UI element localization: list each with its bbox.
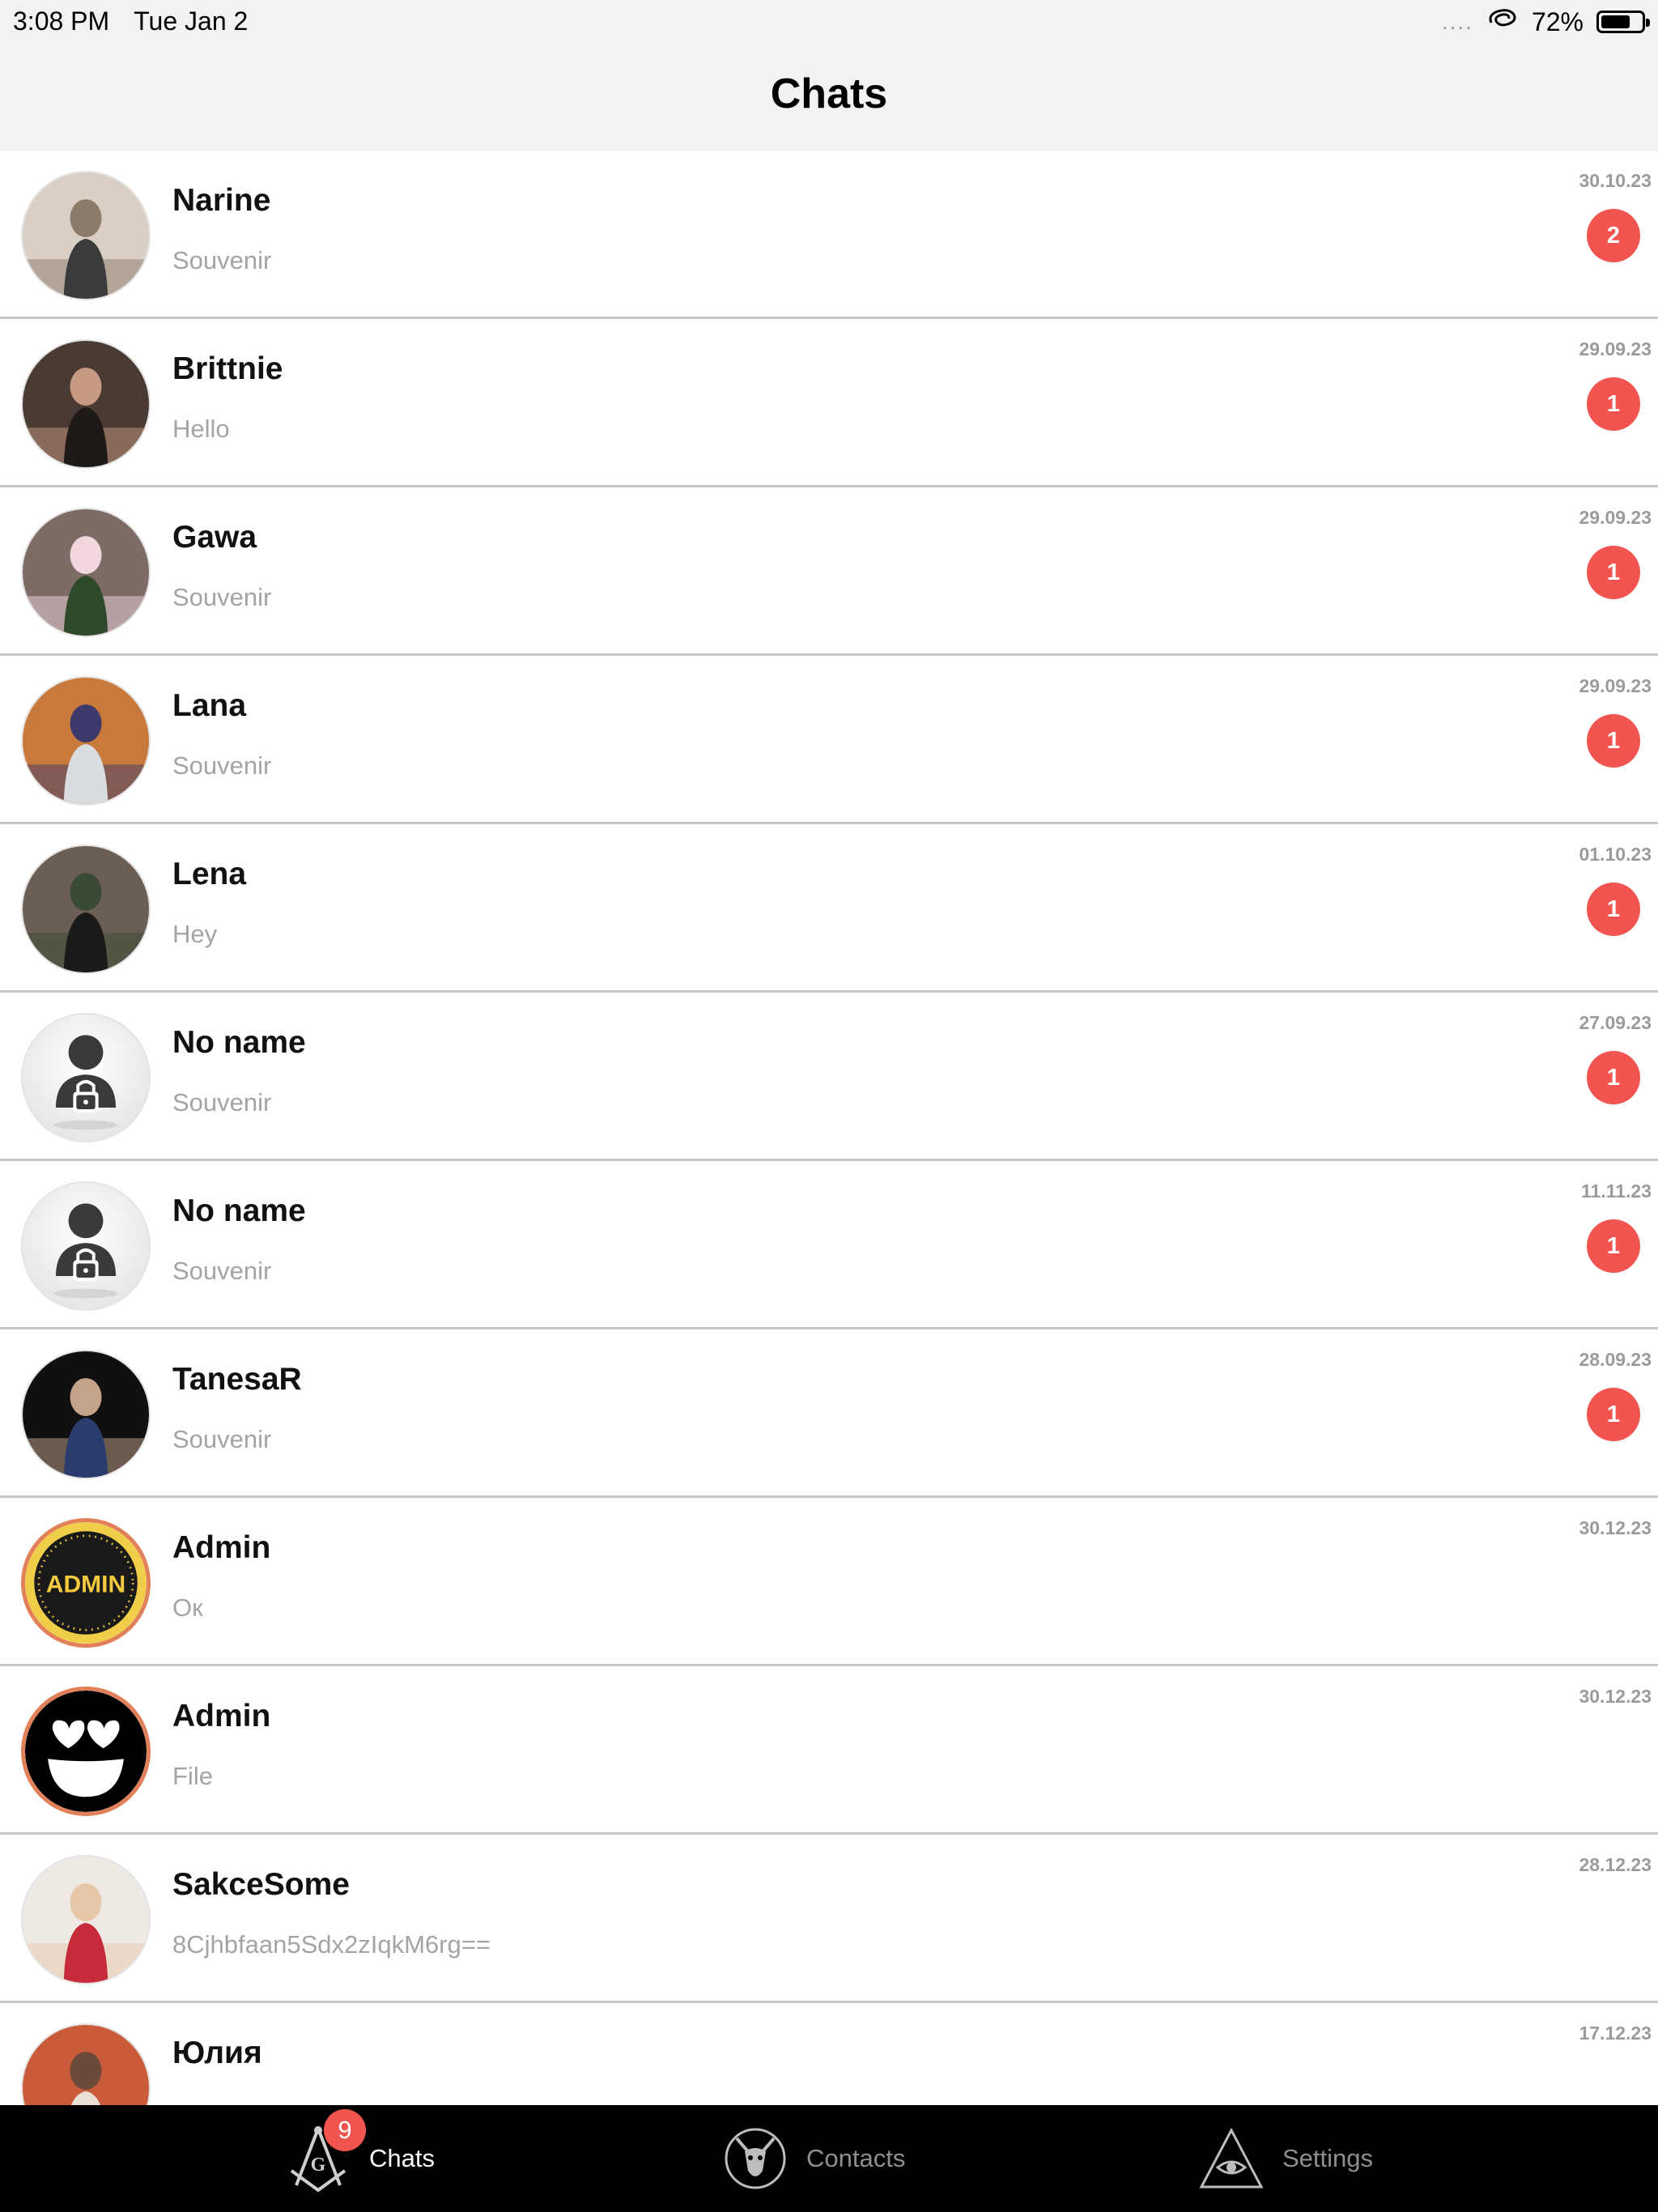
chat-date: 30.12.23 [1579,1686,1652,1707]
chat-row[interactable]: Admin File 30.12.23 [0,1666,1658,1835]
avatar [21,2023,151,2105]
chat-name: Gawa [172,520,257,555]
chat-preview: Souvenir [172,1088,272,1117]
status-time: 3:08 PM [13,6,110,36]
chat-date: 29.09.23 [1579,338,1652,359]
chat-row[interactable]: Gawa Souvenir 29.09.23 1 [0,487,1658,656]
chat-row[interactable]: ADMIN Admin Ок 30.12.23 [0,1498,1658,1666]
chat-name: Юлия [172,2035,262,2070]
chat-preview: Ок [172,1593,203,1622]
chat-row[interactable]: Brittnie Hello 29.09.23 1 [0,319,1658,487]
heart-eyes-emoji-icon [21,1687,151,1816]
chat-row[interactable]: SakceSome 8Cjhbfaan5Sdx2zIqkM6rg== 28.12.2… [0,1835,1658,2003]
status-date: Tue Jan 2 [134,6,249,36]
tab-chats[interactable]: G 9 Chats [283,2105,435,2212]
chat-date: 11.11.23 [1581,1180,1652,1202]
unread-badge: 1 [1587,1388,1640,1441]
chat-name: No name [172,1025,306,1060]
navigation-bar: Chats [0,45,1658,151]
avatar [21,508,151,637]
tab-contacts[interactable]: Contacts [721,2105,905,2212]
avatar [21,1855,151,1984]
unread-badge: 1 [1587,714,1640,768]
chat-row[interactable]: Narine Souvenir 30.10.23 2 [0,151,1658,319]
avatar [21,171,151,300]
locked-user-icon [21,1013,151,1142]
battery-percent: 72% [1531,6,1584,36]
chat-preview: Souvenir [172,1425,272,1453]
chat-name: Admin [172,1530,271,1565]
svg-text:ADMIN: ADMIN [46,1571,125,1597]
chat-date: 27.09.23 [1579,1012,1652,1033]
chat-name: SakceSome [172,1867,350,1902]
avatar [21,1350,151,1479]
chat-preview: Souvenir [172,751,272,780]
chat-name: Lana [172,688,247,723]
locked-user-icon [21,1181,151,1311]
chat-date: 28.09.23 [1579,1349,1652,1370]
chat-name: Admin [172,1699,271,1733]
chat-preview: Hello [172,415,230,443]
chat-preview: File [172,1762,213,1790]
chat-name: No name [172,1193,306,1228]
unread-badge: 1 [1587,1219,1640,1273]
avatar [21,676,151,806]
eye-pyramid-icon [1197,2124,1266,2193]
admin-logo: ADMIN [21,1518,151,1648]
chat-name: Narine [172,183,271,218]
cellular-signal-icon: .... [1441,9,1473,34]
tab-settings-label: Settings [1282,2144,1374,2172]
compass-square-icon: G 9 [283,2109,366,2193]
chat-row[interactable]: No name Souvenir 11.11.23 1 [0,1161,1658,1329]
chat-date: 29.09.23 [1579,507,1652,528]
svg-text:G: G [311,2155,326,2176]
tab-chats-badge: 9 [324,2109,366,2151]
unread-badge: 1 [1587,1051,1640,1104]
chat-list[interactable]: Narine Souvenir 30.10.23 2 Brittnie Hello 29.0… [0,151,1658,2105]
chat-name: Brittnie [172,351,283,386]
chat-row[interactable]: Lena Hey 01.10.23 1 [0,824,1658,993]
avatar [21,844,151,974]
page-title: Chats [770,70,888,117]
unread-badge: 1 [1587,883,1640,936]
chat-name: TanesaR [172,1362,302,1397]
chat-row[interactable]: TanesaR Souvenir 28.09.23 1 [0,1329,1658,1498]
chat-row[interactable]: No name Souvenir 27.09.23 1 [0,993,1658,1161]
goat-head-icon [721,2124,790,2193]
chat-preview: Souvenir [172,583,272,611]
chat-preview: Hey [172,920,218,948]
chat-date: 17.12.23 [1579,2023,1652,2044]
unread-badge: 1 [1587,546,1640,599]
chat-date: 01.10.23 [1579,844,1652,865]
unread-badge: 1 [1587,377,1640,431]
avatar [21,339,151,469]
tab-contacts-label: Contacts [806,2144,906,2172]
chat-date: 29.09.23 [1579,675,1652,696]
chat-date: 30.10.23 [1579,170,1652,191]
status-bar: 3:08 PM Tue Jan 2 .... 72% [0,0,1658,45]
tab-chats-label: Chats [369,2144,435,2172]
chat-preview: Souvenir [172,246,272,274]
chat-preview: 8Cjhbfaan5Sdx2zIqkM6rg== [172,1930,491,1959]
tab-bar: G 9 Chats Contacts Settings [0,2105,1658,2212]
chat-name: Lena [172,857,247,891]
screen-mirroring-icon [1486,6,1519,37]
chat-row[interactable]: Юлия 17.12.23 [0,2003,1658,2105]
tab-settings[interactable]: Settings [1197,2105,1373,2212]
chat-row[interactable]: Lana Souvenir 29.09.23 1 [0,656,1658,824]
chat-date: 28.12.23 [1579,1854,1652,1875]
battery-icon [1596,11,1650,33]
chat-preview: Souvenir [172,1257,272,1285]
chat-date: 30.12.23 [1579,1517,1652,1538]
unread-badge: 2 [1587,209,1640,262]
